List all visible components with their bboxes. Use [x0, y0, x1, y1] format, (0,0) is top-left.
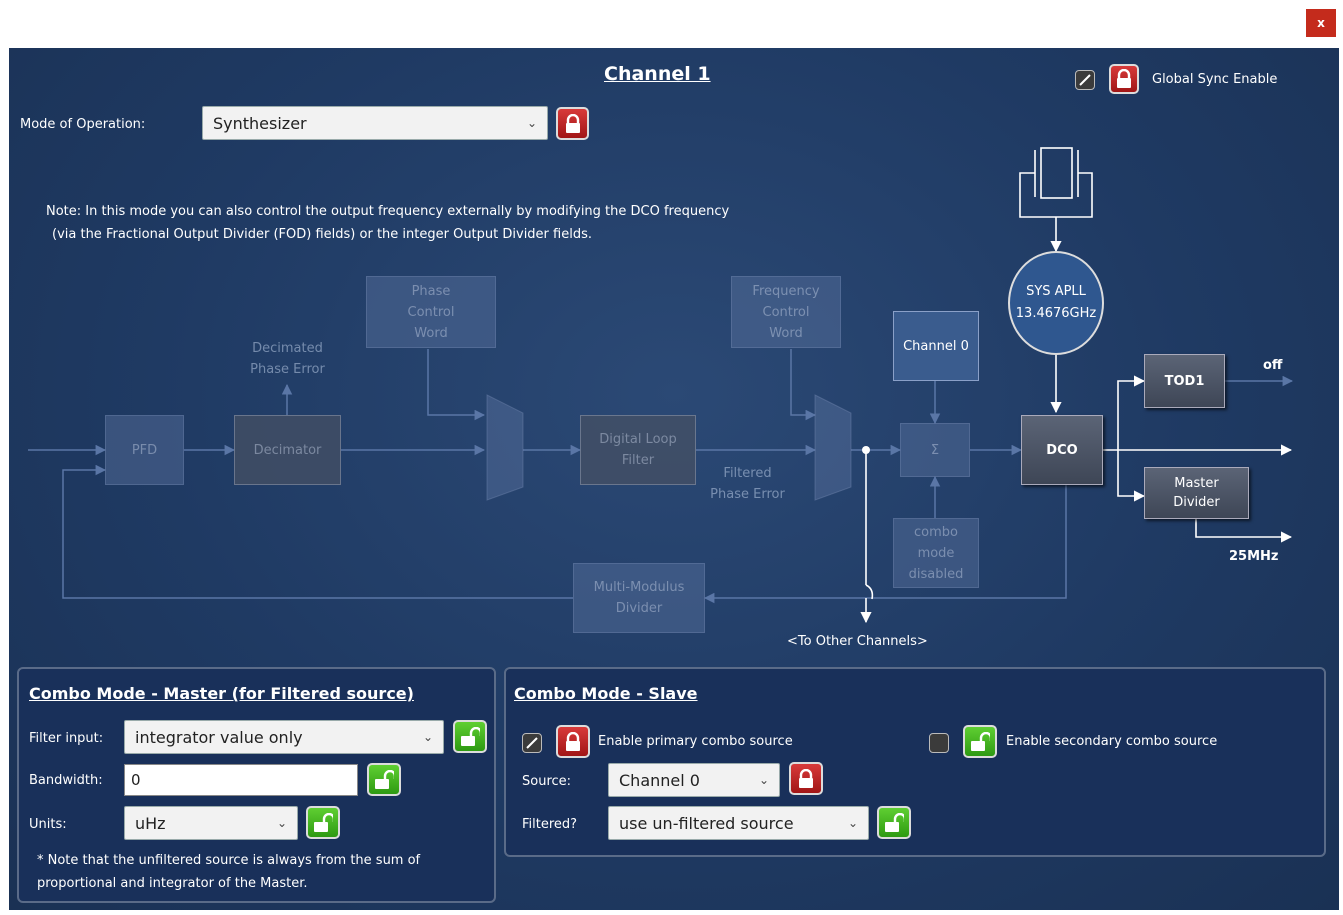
lock-closed-icon — [566, 731, 580, 751]
mode-select-value: Synthesizer — [213, 113, 307, 133]
filtered-lock-button[interactable] — [877, 806, 911, 839]
mode-note-line1: Note: In this mode you can also control … — [46, 204, 730, 219]
enable-secondary-label: Enable secondary combo source — [1006, 734, 1218, 749]
enable-primary-lock-button[interactable] — [556, 725, 590, 758]
checkmark-icon — [526, 737, 538, 749]
channel0-block: Channel 0 — [893, 311, 979, 381]
decimator-block: Decimator — [234, 415, 341, 485]
enable-secondary-lock-button[interactable] — [963, 725, 997, 758]
sys-apll-circle: SYS APLL 13.4676GHz — [1008, 251, 1104, 355]
bandwidth-input[interactable]: 0 — [124, 764, 358, 796]
frequency-control-word-block: Frequency Control Word — [731, 276, 841, 348]
filter-input-select[interactable]: integrator value only ⌄ — [124, 720, 444, 754]
global-sync-checkbox[interactable] — [1075, 70, 1095, 90]
phase-control-word-block: Phase Control Word — [366, 276, 496, 348]
source-value: Channel 0 — [619, 770, 700, 790]
tod1-block: TOD1 — [1144, 354, 1225, 408]
pfd-block: PFD — [105, 415, 184, 485]
units-lock-button[interactable] — [306, 806, 340, 839]
filtered-phase-error-label: Filtered Phase Error — [710, 466, 785, 502]
lock-closed-icon — [565, 113, 580, 133]
decimated-phase-error-label: Decimated Phase Error — [250, 341, 325, 377]
chevron-down-icon: ⌄ — [758, 773, 769, 787]
combo-master-note-line1: * Note that the unfiltered source is alw… — [37, 853, 421, 868]
combo-slave-title: Combo Mode - Slave — [514, 684, 698, 703]
lock-closed-icon — [1117, 69, 1131, 88]
sum-block: Σ — [900, 423, 970, 477]
enable-secondary-checkbox[interactable] — [929, 733, 949, 753]
filter-input-lock-button[interactable] — [453, 720, 487, 753]
mode-label: Mode of Operation: — [20, 117, 146, 132]
master-divider-block: Master Divider — [1144, 467, 1249, 519]
dco-block: DCO — [1021, 415, 1103, 485]
lock-open-icon — [375, 769, 394, 789]
lock-open-icon — [314, 812, 333, 832]
filtered-select[interactable]: use un-filtered source ⌄ — [608, 806, 869, 840]
channel-title: Channel 1 — [604, 63, 711, 85]
enable-primary-label: Enable primary combo source — [598, 734, 793, 749]
chevron-down-icon: ⌄ — [526, 116, 537, 130]
source-label: Source: — [522, 774, 572, 789]
combo-master-title: Combo Mode - Master (for Filtered source… — [29, 684, 414, 703]
lock-open-icon — [971, 731, 990, 751]
filtered-value: use un-filtered source — [619, 813, 794, 833]
mode-note-line2: (via the Fractional Output Divider (FOD)… — [52, 227, 592, 242]
filter-input-value: integrator value only — [135, 727, 303, 747]
lock-open-icon — [885, 812, 904, 832]
chevron-down-icon: ⌄ — [422, 730, 433, 744]
bandwidth-lock-button[interactable] — [367, 763, 401, 796]
mode-lock-button[interactable] — [556, 107, 589, 140]
lock-closed-icon — [799, 768, 813, 788]
master-output-label: 25MHz — [1229, 549, 1279, 564]
global-sync-lock-button[interactable] — [1109, 64, 1139, 94]
combo-master-note-line2: proportional and integrator of the Maste… — [37, 876, 308, 891]
source-lock-button[interactable] — [789, 762, 823, 795]
lock-open-icon — [461, 726, 480, 746]
bandwidth-label: Bandwidth: — [29, 773, 103, 788]
chevron-down-icon: ⌄ — [847, 816, 858, 830]
units-label: Units: — [29, 817, 67, 832]
multi-modulus-block: Multi-Modulus Divider — [573, 563, 705, 633]
tod1-output-label: off — [1263, 358, 1283, 373]
chevron-down-icon: ⌄ — [276, 816, 287, 830]
filter-input-label: Filter input: — [29, 731, 104, 746]
source-select[interactable]: Channel 0 ⌄ — [608, 763, 780, 797]
enable-primary-checkbox[interactable] — [522, 733, 542, 753]
global-sync-label: Global Sync Enable — [1152, 72, 1278, 87]
mode-select[interactable]: Synthesizer ⌄ — [202, 106, 548, 140]
units-select[interactable]: uHz ⌄ — [124, 806, 298, 840]
digital-loop-filter-block: Digital Loop Filter — [580, 415, 696, 485]
to-other-channels-label: <To Other Channels> — [787, 634, 928, 649]
filtered-label: Filtered? — [522, 817, 578, 832]
combo-disabled-block: combo mode disabled — [893, 518, 979, 588]
units-value: uHz — [135, 813, 166, 833]
checkmark-icon — [1079, 74, 1091, 86]
